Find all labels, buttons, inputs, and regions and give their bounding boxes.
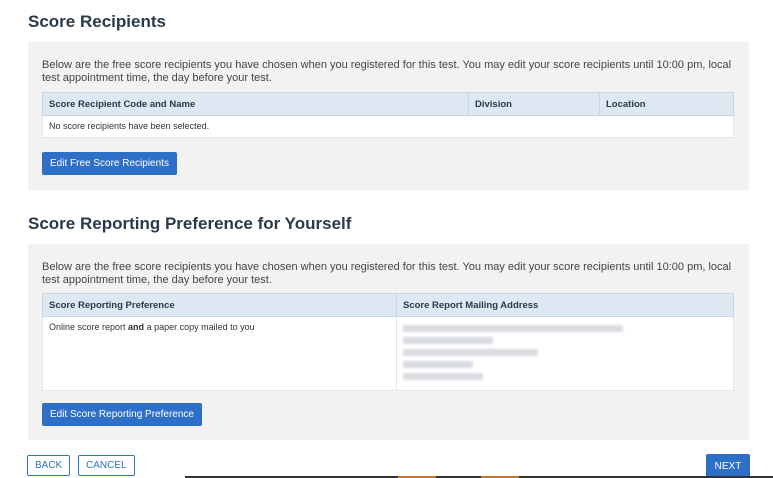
cancel-button[interactable]: CANCEL (78, 455, 135, 476)
score-reporting-title: Score Reporting Preference for Yourself (28, 214, 352, 233)
score-reporting-table: Score Reporting Preference Score Report … (42, 293, 734, 391)
edit-free-score-recipients-button[interactable]: Edit Free Score Recipients (42, 152, 177, 175)
redacted-address-line (403, 349, 538, 356)
back-button[interactable]: BACK (27, 455, 71, 476)
redacted-address-line (403, 325, 623, 332)
redacted-address-line (403, 361, 473, 368)
preference-cell: Online score report and a paper copy mai… (42, 316, 397, 391)
score-recipients-panel: Below are the free score recipients you … (28, 42, 749, 190)
mailing-address-cell (396, 316, 734, 391)
table-header-row: Score Recipient Code and Name Division L… (42, 92, 734, 116)
score-reporting-panel: Below are the free score recipients you … (28, 244, 749, 440)
edit-score-reporting-preference-button[interactable]: Edit Score Reporting Preference (42, 403, 202, 426)
preference-bold: and (128, 322, 145, 332)
column-header-location: Location (599, 92, 734, 116)
redacted-address-line (403, 373, 483, 380)
table-row: No score recipients have been selected. (42, 115, 734, 138)
empty-message: No score recipients have been selected. (42, 115, 734, 138)
preference-suffix: a paper copy mailed to you (144, 322, 255, 332)
column-header-mailing-address: Score Report Mailing Address (396, 293, 734, 317)
preference-prefix: Online score report (49, 322, 129, 332)
score-reporting-intro: Below are the free score recipients you … (42, 261, 732, 286)
score-recipients-title: Score Recipients (28, 12, 166, 31)
table-header-row: Score Reporting Preference Score Report … (42, 293, 734, 317)
column-header-preference: Score Reporting Preference (42, 293, 397, 317)
score-recipients-intro: Below are the free score recipients you … (42, 59, 732, 84)
redacted-address-line (403, 337, 493, 344)
column-header-division: Division (468, 92, 600, 116)
table-row: Online score report and a paper copy mai… (42, 316, 734, 391)
score-recipients-table: Score Recipient Code and Name Division L… (42, 92, 734, 138)
column-header-code-name: Score Recipient Code and Name (42, 92, 469, 116)
next-button[interactable]: NEXT (706, 454, 750, 478)
